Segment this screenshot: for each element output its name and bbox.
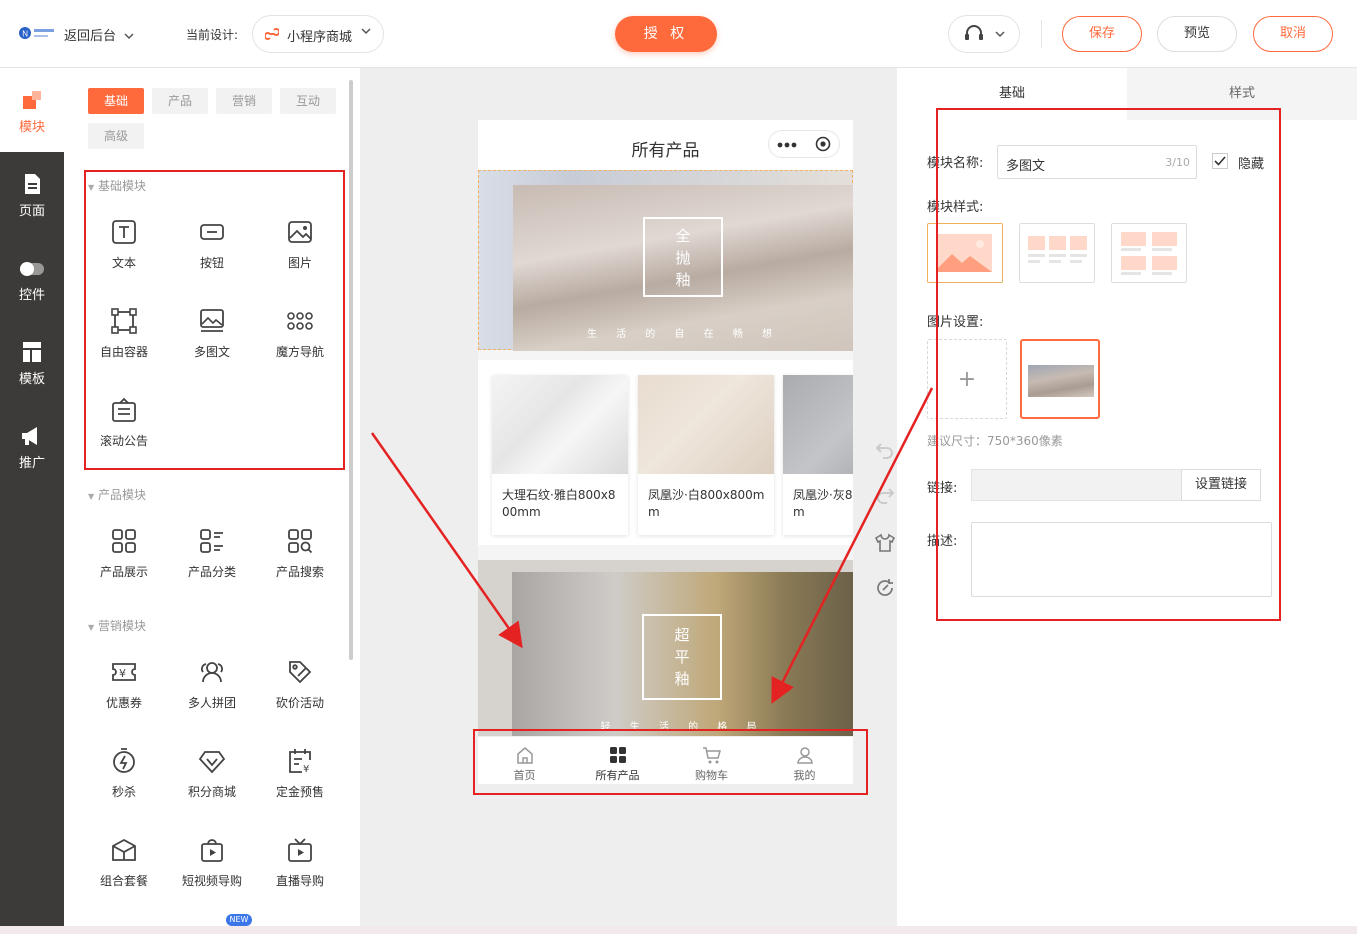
arrow-to-banner bbox=[370, 432, 523, 649]
annotation-arrows bbox=[370, 387, 934, 704]
os-taskbar bbox=[0, 926, 1357, 934]
arrow-from-settings bbox=[771, 387, 934, 704]
